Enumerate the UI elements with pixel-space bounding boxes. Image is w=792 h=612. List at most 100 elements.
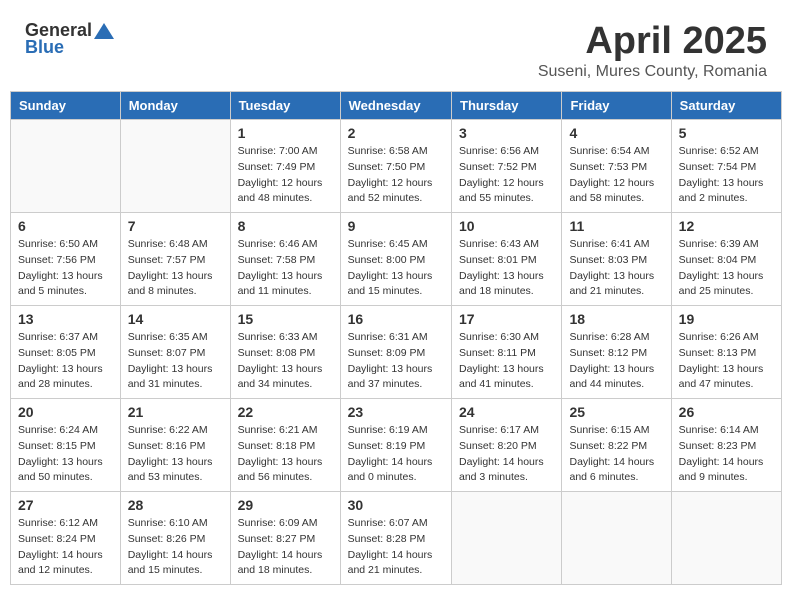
day-number-27: 27 xyxy=(18,497,113,513)
day-number-26: 26 xyxy=(679,404,774,420)
day-cell-w4-d1: 20Sunrise: 6:24 AM Sunset: 8:15 PM Dayli… xyxy=(11,399,121,492)
day-info-12: Sunrise: 6:39 AM Sunset: 8:04 PM Dayligh… xyxy=(679,237,774,300)
day-cell-w4-d4: 23Sunrise: 6:19 AM Sunset: 8:19 PM Dayli… xyxy=(340,399,451,492)
day-cell-w3-d6: 18 Sunrise: 6:28 AM Sunset: 8:12 PM Dayli… xyxy=(562,306,671,399)
day-cell-w1-d3: 1 Sunrise: 7:00 AM Sunset: 7:49 PM Daylig… xyxy=(230,120,340,213)
day-info-4: Sunrise: 6:54 AM Sunset: 7:53 PM Dayligh… xyxy=(569,144,663,207)
day-number-13: 13 xyxy=(18,311,113,327)
day-cell-w3-d4: 16 Sunrise: 6:31 AM Sunset: 8:09 PM Dayli… xyxy=(340,306,451,399)
day-number-19: 19 xyxy=(679,311,774,327)
day-info-26: Sunrise: 6:14 AM Sunset: 8:23 PM Dayligh… xyxy=(679,423,774,486)
day-info-20: Sunrise: 6:24 AM Sunset: 8:15 PM Dayligh… xyxy=(18,423,113,486)
day-cell-w1-d6: 4 Sunrise: 6:54 AM Sunset: 7:53 PM Daylig… xyxy=(562,120,671,213)
day-number-21: 21 xyxy=(128,404,223,420)
week-row-5: 27 Sunrise: 6:12 AM Sunset: 8:24 PM Dayli… xyxy=(11,492,782,585)
day-info-2: Sunrise: 6:58 AM Sunset: 7:50 PM Dayligh… xyxy=(348,144,444,207)
day-info-22: Sunrise: 6:21 AM Sunset: 8:18 PM Dayligh… xyxy=(238,423,333,486)
day-info-9: Sunrise: 6:45 AM Sunset: 8:00 PM Dayligh… xyxy=(348,237,444,300)
day-cell-w1-d5: 3 Sunrise: 6:56 AM Sunset: 7:52 PM Daylig… xyxy=(452,120,562,213)
day-info-21: Sunrise: 6:22 AM Sunset: 8:16 PM Dayligh… xyxy=(128,423,223,486)
day-cell-w5-d2: 28Sunrise: 6:10 AM Sunset: 8:26 PM Dayli… xyxy=(120,492,230,585)
day-number-24: 24 xyxy=(459,404,554,420)
day-number-11: 11 xyxy=(569,218,663,234)
day-number-25: 25 xyxy=(569,404,663,420)
day-number-3: 3 xyxy=(459,125,554,141)
calendar-title: April 2025 xyxy=(538,20,767,63)
day-info-24: Sunrise: 6:17 AM Sunset: 8:20 PM Dayligh… xyxy=(459,423,554,486)
header-tuesday: Tuesday xyxy=(230,92,340,120)
header-thursday: Thursday xyxy=(452,92,562,120)
calendar-location: Suseni, Mures County, Romania xyxy=(538,63,767,81)
day-cell-w3-d5: 17Sunrise: 6:30 AM Sunset: 8:11 PM Dayli… xyxy=(452,306,562,399)
day-cell-w1-d2 xyxy=(120,120,230,213)
day-number-17: 17 xyxy=(459,311,554,327)
day-number-10: 10 xyxy=(459,218,554,234)
day-cell-w3-d2: 14 Sunrise: 6:35 AM Sunset: 8:07 PM Dayli… xyxy=(120,306,230,399)
day-info-19: Sunrise: 6:26 AM Sunset: 8:13 PM Dayligh… xyxy=(679,330,774,393)
day-info-30: Sunrise: 6:07 AM Sunset: 8:28 PM Dayligh… xyxy=(348,516,444,579)
day-number-29: 29 xyxy=(238,497,333,513)
day-cell-w5-d1: 27 Sunrise: 6:12 AM Sunset: 8:24 PM Dayli… xyxy=(11,492,121,585)
header-monday: Monday xyxy=(120,92,230,120)
header-sunday: Sunday xyxy=(11,92,121,120)
day-info-15: Sunrise: 6:33 AM Sunset: 8:08 PM Dayligh… xyxy=(238,330,333,393)
day-number-23: 23 xyxy=(348,404,444,420)
day-cell-w1-d7: 5Sunrise: 6:52 AM Sunset: 7:54 PM Daylig… xyxy=(671,120,781,213)
day-info-8: Sunrise: 6:46 AM Sunset: 7:58 PM Dayligh… xyxy=(238,237,333,300)
day-cell-w2-d5: 10 Sunrise: 6:43 AM Sunset: 8:01 PM Dayli… xyxy=(452,213,562,306)
week-row-3: 13 Sunrise: 6:37 AM Sunset: 8:05 PM Dayli… xyxy=(11,306,782,399)
day-number-18: 18 xyxy=(569,311,663,327)
day-number-4: 4 xyxy=(569,125,663,141)
logo-blue: Blue xyxy=(25,37,64,58)
day-cell-w4-d3: 22 Sunrise: 6:21 AM Sunset: 8:18 PM Dayli… xyxy=(230,399,340,492)
day-number-1: 1 xyxy=(238,125,333,141)
day-cell-w2-d2: 7Sunrise: 6:48 AM Sunset: 7:57 PM Daylig… xyxy=(120,213,230,306)
day-number-12: 12 xyxy=(679,218,774,234)
day-cell-w5-d5 xyxy=(452,492,562,585)
day-cell-w4-d2: 21 Sunrise: 6:22 AM Sunset: 8:16 PM Dayli… xyxy=(120,399,230,492)
day-info-13: Sunrise: 6:37 AM Sunset: 8:05 PM Dayligh… xyxy=(18,330,113,393)
day-info-1: Sunrise: 7:00 AM Sunset: 7:49 PM Dayligh… xyxy=(238,144,333,207)
day-number-6: 6 xyxy=(18,218,113,234)
day-info-3: Sunrise: 6:56 AM Sunset: 7:52 PM Dayligh… xyxy=(459,144,554,207)
week-row-2: 6Sunrise: 6:50 AM Sunset: 7:56 PM Daylig… xyxy=(11,213,782,306)
day-cell-w1-d1 xyxy=(11,120,121,213)
week-row-1: 1 Sunrise: 7:00 AM Sunset: 7:49 PM Daylig… xyxy=(11,120,782,213)
day-cell-w3-d3: 15Sunrise: 6:33 AM Sunset: 8:08 PM Dayli… xyxy=(230,306,340,399)
day-cell-w5-d6 xyxy=(562,492,671,585)
day-info-27: Sunrise: 6:12 AM Sunset: 8:24 PM Dayligh… xyxy=(18,516,113,579)
header-wednesday: Wednesday xyxy=(340,92,451,120)
day-info-25: Sunrise: 6:15 AM Sunset: 8:22 PM Dayligh… xyxy=(569,423,663,486)
day-cell-w3-d1: 13 Sunrise: 6:37 AM Sunset: 8:05 PM Dayli… xyxy=(11,306,121,399)
day-cell-w5-d3: 29Sunrise: 6:09 AM Sunset: 8:27 PM Dayli… xyxy=(230,492,340,585)
logo: General Blue xyxy=(25,20,114,58)
day-info-11: Sunrise: 6:41 AM Sunset: 8:03 PM Dayligh… xyxy=(569,237,663,300)
day-number-7: 7 xyxy=(128,218,223,234)
day-cell-w2-d1: 6Sunrise: 6:50 AM Sunset: 7:56 PM Daylig… xyxy=(11,213,121,306)
day-cell-w3-d7: 19 Sunrise: 6:26 AM Sunset: 8:13 PM Dayli… xyxy=(671,306,781,399)
week-row-4: 20Sunrise: 6:24 AM Sunset: 8:15 PM Dayli… xyxy=(11,399,782,492)
day-cell-w5-d7 xyxy=(671,492,781,585)
page-header: General Blue April 2025 Suseni, Mures Co… xyxy=(10,10,782,86)
day-number-16: 16 xyxy=(348,311,444,327)
day-cell-w4-d6: 25 Sunrise: 6:15 AM Sunset: 8:22 PM Dayli… xyxy=(562,399,671,492)
day-number-30: 30 xyxy=(348,497,444,513)
logo-icon xyxy=(94,23,114,39)
calendar-table: Sunday Monday Tuesday Wednesday Thursday… xyxy=(10,91,782,585)
day-info-14: Sunrise: 6:35 AM Sunset: 8:07 PM Dayligh… xyxy=(128,330,223,393)
day-cell-w2-d3: 8Sunrise: 6:46 AM Sunset: 7:58 PM Daylig… xyxy=(230,213,340,306)
calendar-header-row: Sunday Monday Tuesday Wednesday Thursday… xyxy=(11,92,782,120)
day-cell-w2-d4: 9Sunrise: 6:45 AM Sunset: 8:00 PM Daylig… xyxy=(340,213,451,306)
day-info-18: Sunrise: 6:28 AM Sunset: 8:12 PM Dayligh… xyxy=(569,330,663,393)
header-friday: Friday xyxy=(562,92,671,120)
title-area: April 2025 Suseni, Mures County, Romania xyxy=(538,20,767,81)
header-saturday: Saturday xyxy=(671,92,781,120)
day-info-10: Sunrise: 6:43 AM Sunset: 8:01 PM Dayligh… xyxy=(459,237,554,300)
day-number-22: 22 xyxy=(238,404,333,420)
day-cell-w5-d4: 30 Sunrise: 6:07 AM Sunset: 8:28 PM Dayli… xyxy=(340,492,451,585)
day-number-28: 28 xyxy=(128,497,223,513)
day-number-14: 14 xyxy=(128,311,223,327)
day-info-5: Sunrise: 6:52 AM Sunset: 7:54 PM Dayligh… xyxy=(679,144,774,207)
day-info-16: Sunrise: 6:31 AM Sunset: 8:09 PM Dayligh… xyxy=(348,330,444,393)
day-cell-w2-d7: 12 Sunrise: 6:39 AM Sunset: 8:04 PM Dayli… xyxy=(671,213,781,306)
